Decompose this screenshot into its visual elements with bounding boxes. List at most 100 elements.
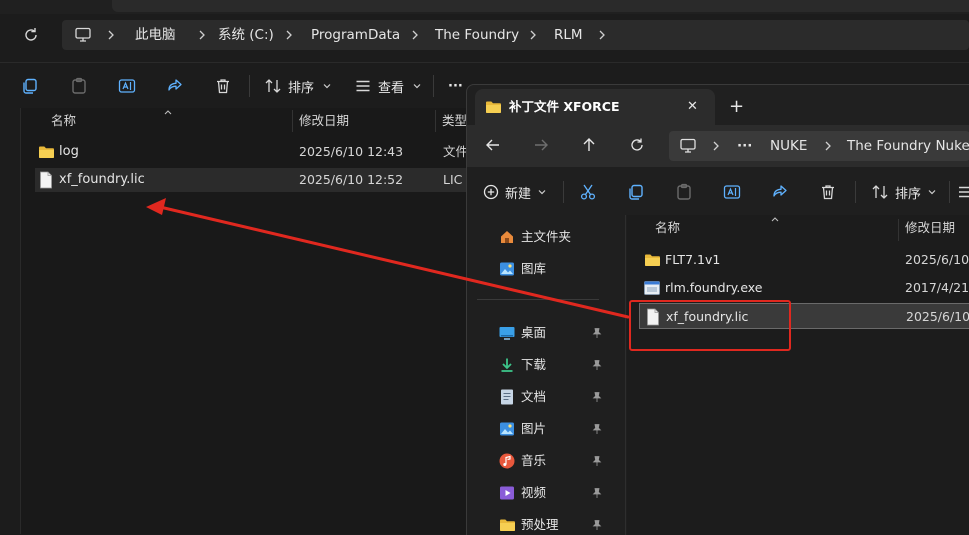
sidebar-item-downloads[interactable]: 下载 <box>497 349 609 381</box>
file-modified: 2017/4/21 <box>905 280 969 295</box>
sidebar-item-label: 音乐 <box>521 453 547 468</box>
sidebar-divider <box>477 299 599 300</box>
folder-icon <box>644 253 661 267</box>
breadcrumb-this-pc[interactable]: 此电脑 <box>135 20 176 50</box>
more-options-button[interactable]: ··· <box>448 73 463 99</box>
cut-icon[interactable] <box>579 179 597 205</box>
copy-icon[interactable] <box>21 73 39 99</box>
computer-icon <box>679 138 697 154</box>
chevron-right-icon <box>410 20 420 50</box>
column-header-type[interactable]: 类型 <box>442 108 467 134</box>
column-divider[interactable] <box>292 110 293 132</box>
toolbar-divider <box>433 75 434 97</box>
address-bar[interactable]: 此电脑 系统 (C:) ProgramData The Foundry RLM <box>62 20 969 50</box>
paste-icon[interactable] <box>675 179 693 205</box>
breadcrumb-programdata[interactable]: ProgramData <box>311 20 400 50</box>
sidebar-item-music[interactable]: 音乐 <box>497 445 609 477</box>
delete-icon[interactable] <box>214 73 232 99</box>
file-modified: 2025/6/10 12:43 <box>299 144 404 159</box>
front-toolbar: 新建 排序 <box>467 167 969 216</box>
view-icon <box>356 80 370 92</box>
breadcrumb-drive-c[interactable]: 系统 (C:) <box>218 20 274 50</box>
rename-icon[interactable] <box>118 73 136 99</box>
breadcrumb-the-foundry-nuke[interactable]: The Foundry Nuke S <box>847 131 969 161</box>
pin-icon[interactable] <box>591 487 603 499</box>
column-header-name[interactable]: 名称 <box>655 215 680 241</box>
chevron-right-icon <box>823 131 833 161</box>
view-button[interactable]: 查看 <box>354 73 422 99</box>
chevron-down-icon <box>538 190 546 195</box>
refresh-icon[interactable] <box>629 137 645 153</box>
up-arrow-icon[interactable] <box>581 137 597 153</box>
sort-ascending-icon <box>163 108 173 116</box>
breadcrumb-nuke[interactable]: NUKE <box>770 131 807 161</box>
copy-icon[interactable] <box>627 179 645 205</box>
share-icon[interactable] <box>771 179 789 205</box>
sidebar-item-preprocess[interactable]: 预处理 <box>497 509 609 535</box>
annotation-highlight-box <box>629 300 791 351</box>
sidebar-item-documents[interactable]: 文档 <box>497 381 609 413</box>
home-icon <box>499 229 515 245</box>
file-row-rlm-foundry-exe[interactable]: rlm.foundry.exe 2017/4/21 <box>639 276 969 300</box>
breadcrumb-overflow[interactable]: ··· <box>737 131 752 161</box>
sort-button[interactable]: 排序 <box>871 179 937 205</box>
gallery-icon <box>499 261 515 277</box>
column-header-name[interactable]: 名称 <box>51 108 76 134</box>
column-divider[interactable] <box>898 219 899 241</box>
tab-xforce[interactable]: 补丁文件 XFORCE ✕ <box>475 89 715 125</box>
sidebar-item-desktop[interactable]: 桌面 <box>497 317 609 349</box>
pin-icon[interactable] <box>591 423 603 435</box>
sidebar-item-label: 视频 <box>521 485 547 500</box>
folder-icon <box>485 100 502 114</box>
tab-strip <box>112 0 969 12</box>
file-name: log <box>59 144 79 159</box>
file-name: FLT7.1v1 <box>665 252 721 267</box>
desktop-icon <box>499 326 515 340</box>
download-icon <box>499 357 515 373</box>
pane-splitter[interactable] <box>625 215 626 535</box>
sidebar-item-label: 图库 <box>521 261 547 276</box>
pin-icon[interactable] <box>591 519 603 531</box>
breadcrumb-the-foundry[interactable]: The Foundry <box>435 20 519 50</box>
delete-icon[interactable] <box>819 179 837 205</box>
pin-icon[interactable] <box>591 327 603 339</box>
sidebar-item-home[interactable]: 主文件夹 <box>497 221 609 253</box>
file-modified: 2025/6/10 <box>905 252 969 267</box>
file-row-flt7[interactable]: FLT7.1v1 2025/6/10 <box>639 248 969 272</box>
forward-arrow-icon[interactable] <box>533 137 549 153</box>
sidebar-item-videos[interactable]: 视频 <box>497 477 609 509</box>
new-tab-icon[interactable]: + <box>729 89 744 125</box>
pin-icon[interactable] <box>591 391 603 403</box>
toolbar-divider <box>949 181 950 203</box>
sidebar-item-pictures[interactable]: 图片 <box>497 413 609 445</box>
chevron-right-icon <box>528 20 538 50</box>
view-icon[interactable] <box>959 179 969 205</box>
column-header-modified[interactable]: 修改日期 <box>905 215 955 241</box>
paste-icon[interactable] <box>70 73 88 99</box>
computer-icon <box>74 27 92 43</box>
file-modified: 2025/6/10 12:52 <box>299 172 404 187</box>
chevron-right-icon[interactable] <box>597 20 607 50</box>
column-divider[interactable] <box>435 110 436 132</box>
sort-button[interactable]: 排序 <box>264 73 332 99</box>
refresh-icon[interactable] <box>22 26 40 44</box>
close-tab-icon[interactable]: ✕ <box>687 89 698 125</box>
new-button[interactable]: 新建 <box>483 179 547 205</box>
navigation-pane: 主文件夹 图库 桌面 下载 文档 图片 音乐 视频 预处理 <box>467 215 627 535</box>
pin-icon[interactable] <box>591 455 603 467</box>
sidebar-item-gallery[interactable]: 图库 <box>497 253 609 285</box>
exe-icon <box>644 281 660 295</box>
more-icon: ··· <box>448 78 463 94</box>
rename-icon[interactable] <box>723 179 741 205</box>
breadcrumb-rlm[interactable]: RLM <box>554 20 583 50</box>
address-bar[interactable]: ··· NUKE The Foundry Nuke S <box>669 131 969 161</box>
chevron-right-icon <box>711 131 721 161</box>
new-label: 新建 <box>505 186 532 202</box>
back-arrow-icon[interactable] <box>485 137 501 153</box>
front-navigation-bar: ··· NUKE The Foundry Nuke S <box>467 125 969 167</box>
sidebar-item-label: 预处理 <box>521 517 559 532</box>
share-icon[interactable] <box>166 73 184 99</box>
column-header-modified[interactable]: 修改日期 <box>299 108 349 134</box>
pin-icon[interactable] <box>591 359 603 371</box>
tab-title: 补丁文件 XFORCE <box>509 99 620 114</box>
